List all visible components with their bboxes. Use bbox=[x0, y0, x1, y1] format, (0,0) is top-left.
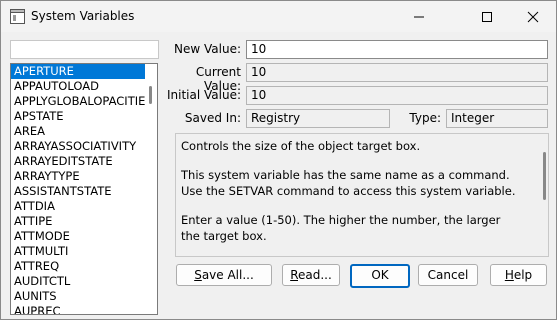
initial-value-label: Initial Value: bbox=[166, 88, 241, 102]
list-scrollbar[interactable] bbox=[145, 64, 157, 314]
type-label: Type: bbox=[409, 111, 441, 125]
list-item[interactable]: APSTATE bbox=[11, 109, 146, 124]
description-box[interactable]: Controls the size of the object target b… bbox=[175, 133, 549, 257]
new-value-label: New Value: bbox=[174, 42, 241, 56]
list-item[interactable]: AUPREC bbox=[11, 304, 146, 314]
save-all-mnemonic: S bbox=[194, 268, 202, 282]
title-bar[interactable]: System Variables bbox=[1, 1, 556, 32]
list-item[interactable]: AUNITS bbox=[11, 289, 146, 304]
close-button[interactable] bbox=[510, 1, 556, 32]
type-field: Integer bbox=[446, 109, 548, 128]
help-button[interactable]: Help bbox=[490, 264, 547, 286]
cancel-button[interactable]: Cancel bbox=[418, 264, 478, 286]
list-item[interactable]: ASSISTANTSTATE bbox=[11, 184, 146, 199]
help-mnemonic: H bbox=[504, 268, 514, 282]
variable-list[interactable]: APERTURE APPAUTOLOAD APPLYGLOBALOPACITIE AP… bbox=[10, 63, 158, 315]
close-icon bbox=[527, 11, 539, 23]
list-scroll-thumb[interactable] bbox=[149, 86, 152, 104]
variable-search-input[interactable] bbox=[10, 40, 159, 59]
list-item[interactable]: ATTDIA bbox=[11, 199, 146, 214]
list-item[interactable]: AREA bbox=[11, 124, 146, 139]
description-scroll-thumb[interactable] bbox=[543, 152, 546, 200]
list-item[interactable]: AUDITCTL bbox=[11, 274, 146, 289]
minimize-icon bbox=[414, 16, 424, 18]
read-button[interactable]: Read... bbox=[282, 264, 340, 286]
read-mnemonic: R bbox=[290, 268, 298, 282]
description-paragraph: Enter a value (1-50). The higher the num… bbox=[181, 213, 501, 243]
maximize-button[interactable] bbox=[464, 1, 510, 32]
list-item[interactable]: ATTMULTI bbox=[11, 244, 146, 259]
list-item[interactable]: APPLYGLOBALOPACITIE bbox=[11, 94, 146, 109]
list-item[interactable]: ARRAYEDITSTATE bbox=[11, 154, 146, 169]
saved-in-field: Registry bbox=[246, 109, 390, 128]
current-value-field: 10 bbox=[246, 63, 548, 82]
list-item[interactable]: ARRAYTYPE bbox=[11, 169, 146, 184]
ok-button[interactable]: OK bbox=[350, 264, 410, 288]
window-title: System Variables bbox=[31, 9, 135, 23]
read-label: ead... bbox=[298, 268, 332, 282]
save-all-button[interactable]: Save All... bbox=[176, 264, 272, 286]
description-paragraph: This system variable has the same name a… bbox=[181, 168, 516, 198]
list-item[interactable]: ARRAYASSOCIATIVITY bbox=[11, 139, 146, 154]
app-icon bbox=[10, 9, 25, 24]
save-all-label: ave All... bbox=[201, 268, 254, 282]
initial-value-field: 10 bbox=[246, 86, 548, 105]
system-variables-dialog: System Variables APERTURE APPAUTOLOAD APPL… bbox=[0, 0, 557, 320]
saved-in-label: Saved In: bbox=[184, 111, 241, 125]
maximize-icon bbox=[482, 12, 492, 22]
list-item[interactable]: ATTREQ bbox=[11, 259, 146, 274]
list-item[interactable]: APPAUTOLOAD bbox=[11, 79, 146, 94]
list-item[interactable]: APERTURE bbox=[11, 64, 146, 79]
list-item[interactable]: ATTIPE bbox=[11, 214, 146, 229]
new-value-field[interactable]: 10 bbox=[246, 40, 548, 59]
minimize-button[interactable] bbox=[396, 1, 442, 32]
description-paragraph: Controls the size of the object target b… bbox=[181, 139, 421, 153]
list-item[interactable]: ATTMODE bbox=[11, 229, 146, 244]
help-label: elp bbox=[513, 268, 533, 282]
